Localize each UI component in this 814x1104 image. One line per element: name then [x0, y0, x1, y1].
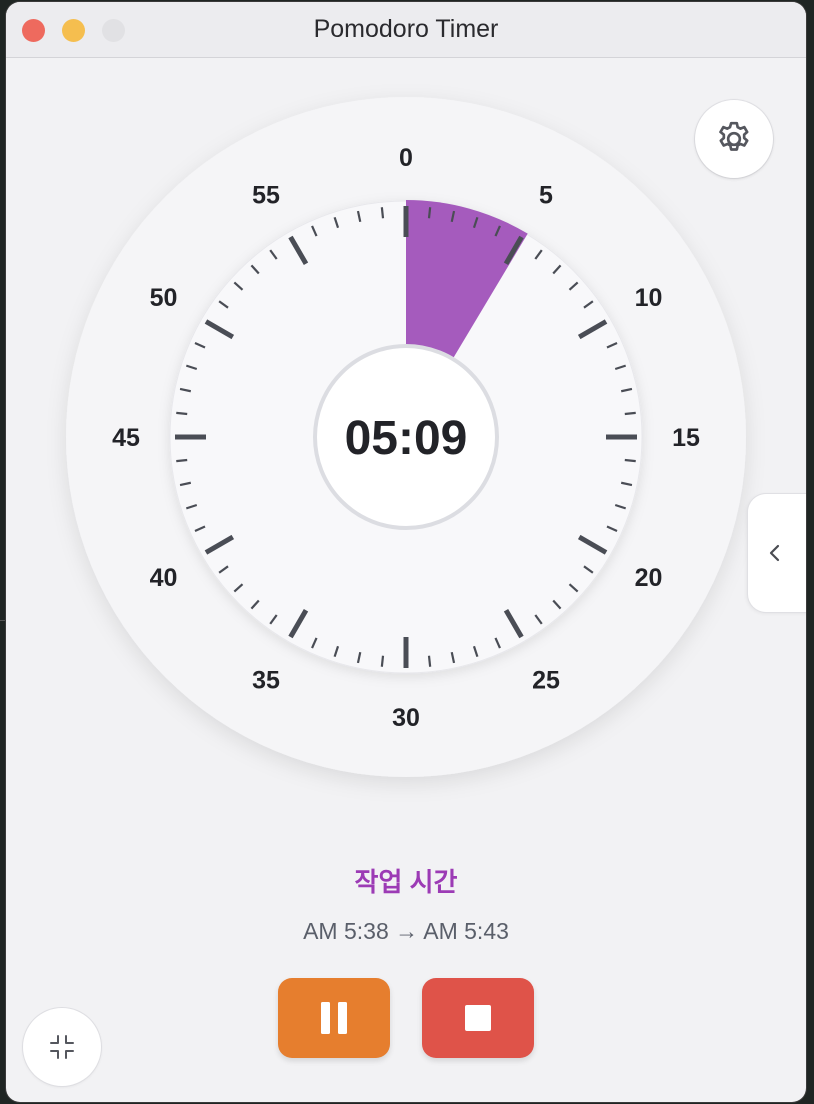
minor-tick: [380, 207, 385, 219]
settings-button[interactable]: [695, 100, 773, 178]
chevron-left-icon: [769, 544, 780, 562]
stop-icon: [465, 1005, 491, 1031]
pause-icon: [321, 1002, 347, 1034]
dial-label: 10: [635, 284, 663, 312]
minor-tick: [624, 458, 636, 463]
minor-tick: [427, 655, 432, 667]
gear-icon: [719, 121, 749, 151]
dial-label: 30: [392, 704, 420, 732]
dial-label: 5: [539, 182, 553, 210]
dial-label: 15: [672, 424, 700, 452]
minor-tick: [176, 458, 188, 463]
collapse-icon: [50, 1035, 74, 1059]
dial-label: 0: [399, 144, 413, 172]
dial-label: 40: [150, 564, 178, 592]
minor-tick: [176, 411, 188, 416]
minor-tick: [624, 411, 636, 416]
session-mode-label: 작업 시간: [354, 867, 458, 897]
dial-label: 45: [112, 424, 140, 452]
pause-button[interactable]: [278, 978, 390, 1058]
minor-tick: [380, 655, 385, 667]
timer-display: 05:09: [345, 412, 468, 465]
dial-label: 55: [252, 182, 280, 210]
session-time-range: AM 5:38 → AM 5:43: [303, 918, 509, 944]
stop-button[interactable]: [422, 978, 534, 1058]
app-window: Pomodoro Timer 0 5 10 15 20 25 30 35 40 45 50 55 05…: [6, 2, 806, 1102]
dial-label: 35: [252, 666, 280, 694]
dial-label: 25: [532, 666, 560, 694]
compact-mode-button[interactable]: [23, 1008, 101, 1086]
side-panel-toggle[interactable]: [748, 494, 806, 612]
dial-label: 20: [635, 564, 663, 592]
timer-dial: 0 5 10 15 20 25 30 35 40 45 50 55 05:09: [66, 97, 746, 777]
minor-tick: [427, 207, 432, 219]
dial-label: 50: [150, 284, 178, 312]
